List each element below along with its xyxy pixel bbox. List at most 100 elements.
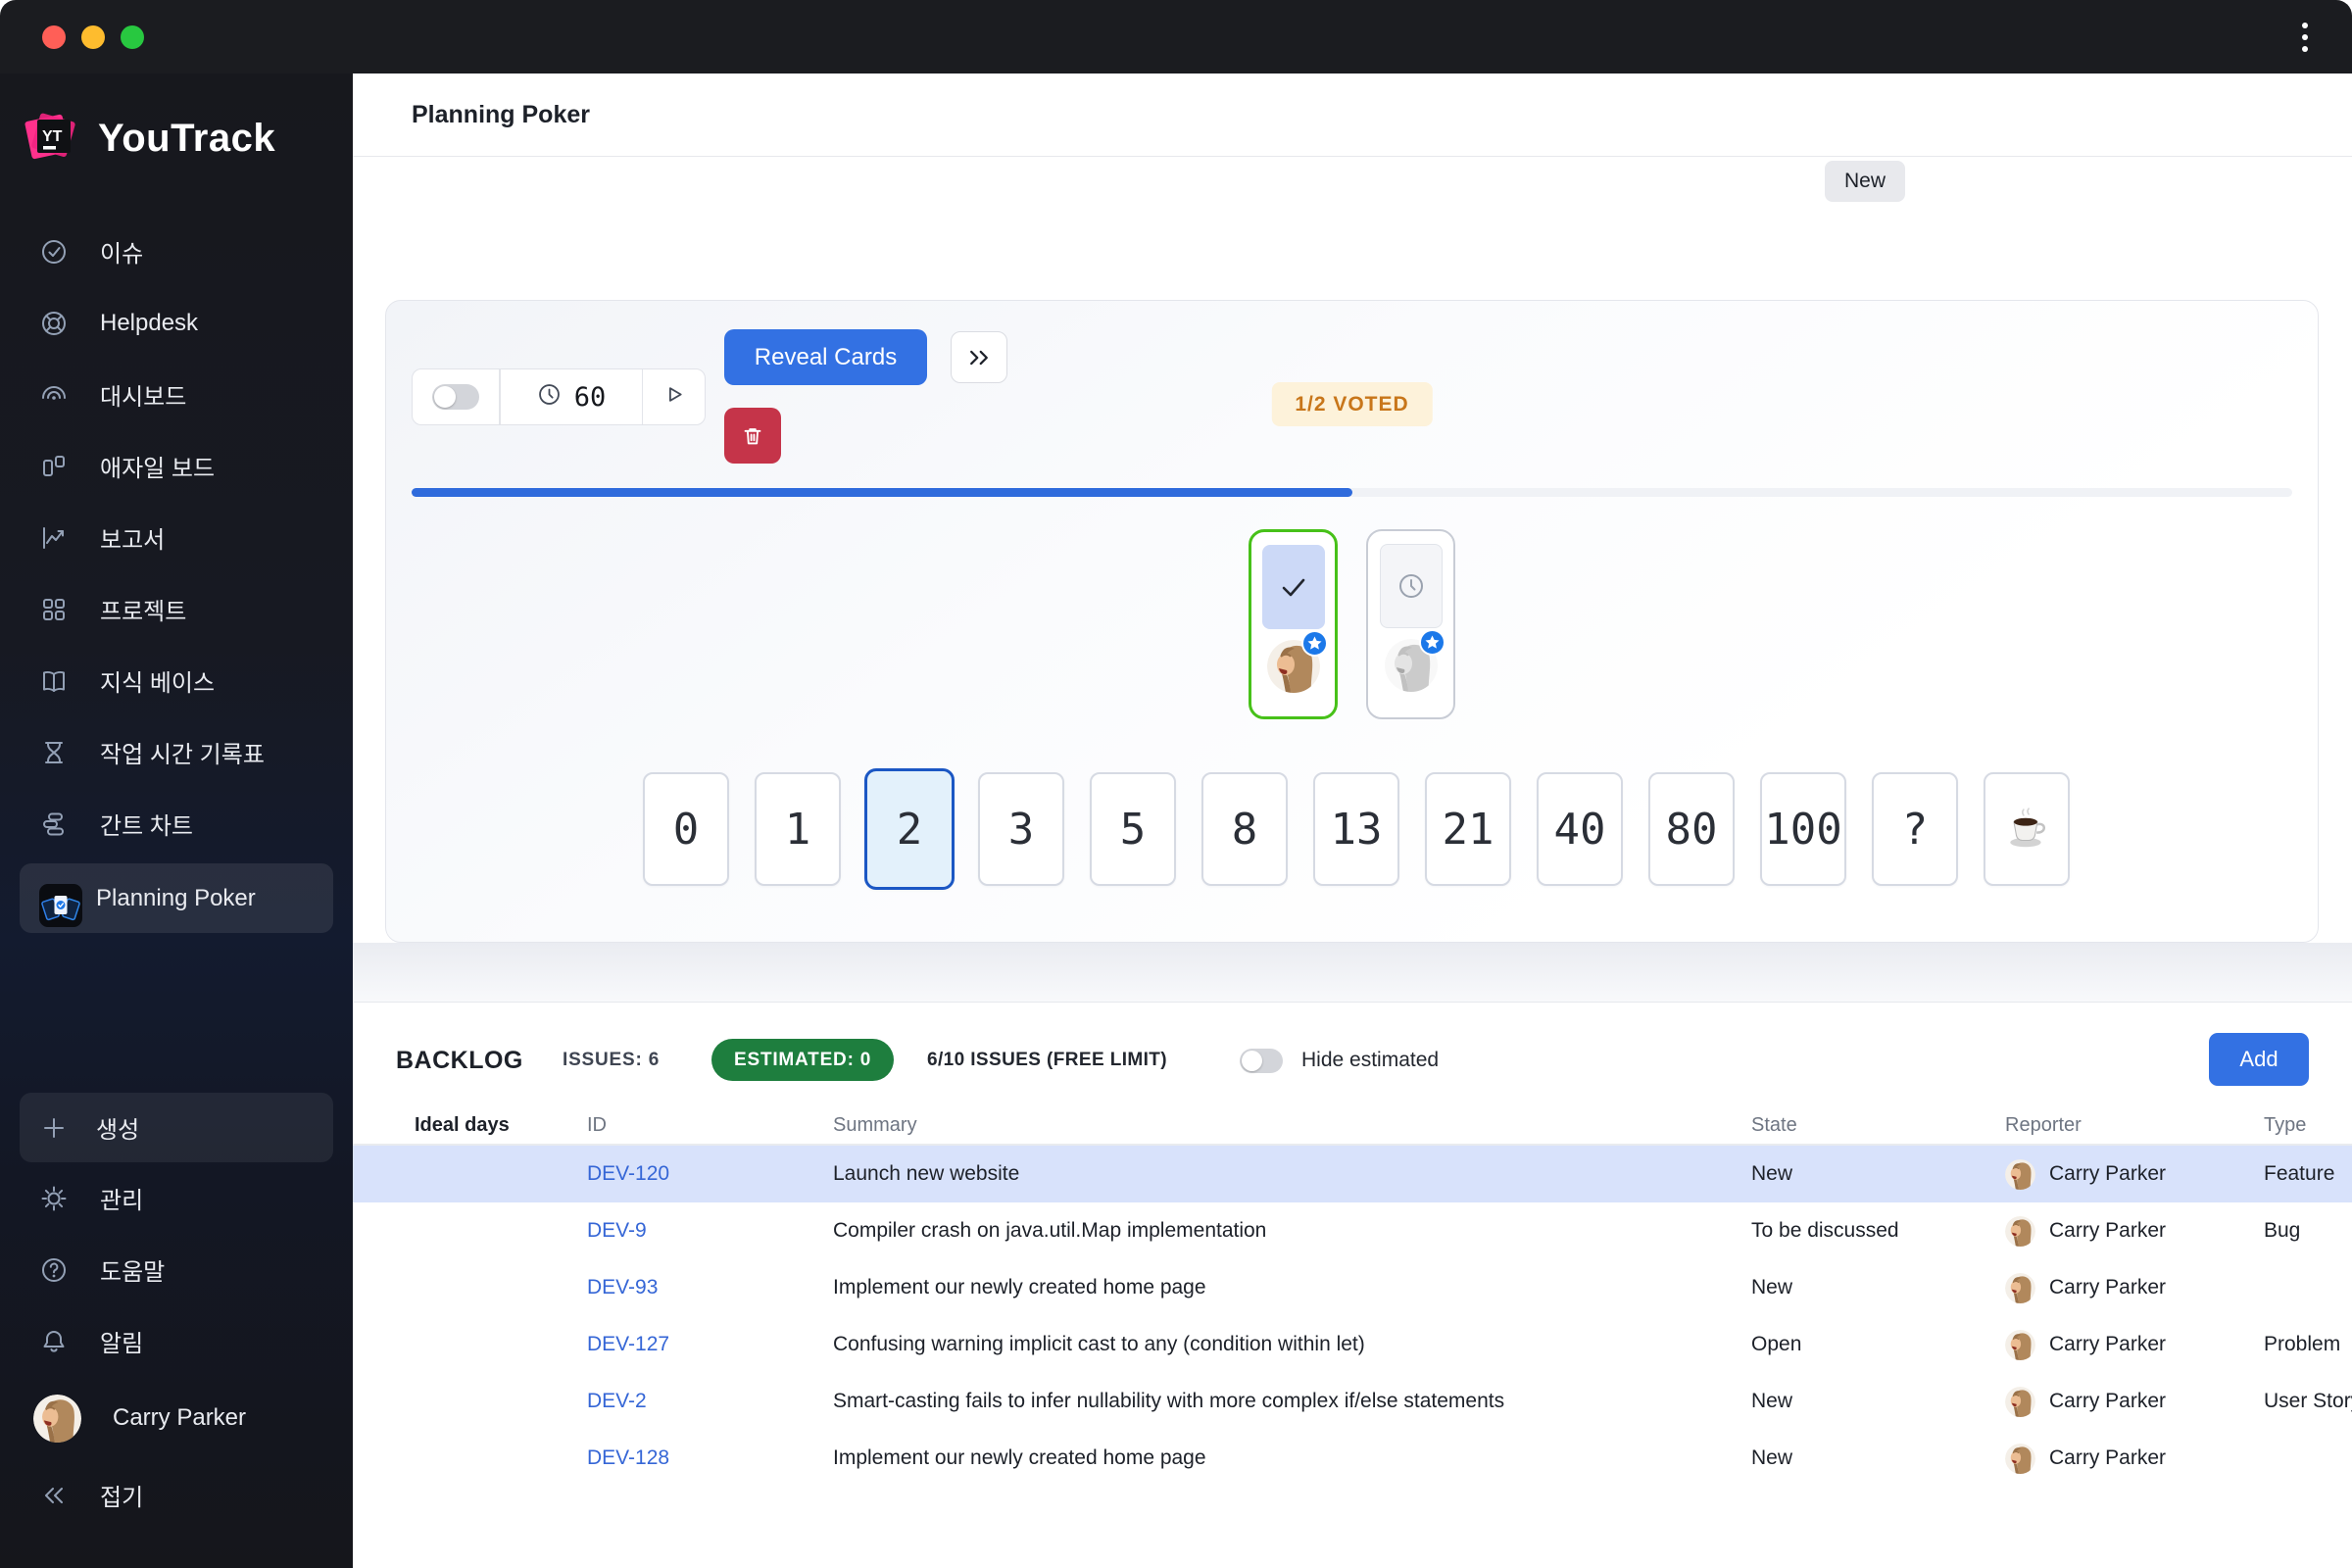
poker-card-80[interactable]: 80 [1648,772,1735,886]
gear-icon [39,1184,69,1213]
poker-card-question[interactable]: ? [1872,772,1958,886]
sidebar-item-timesheets[interactable]: 작업 시간 기록표 [0,716,353,788]
participant-vote-card-waiting [1366,529,1455,719]
report-chart-icon [39,523,69,553]
voted-status-badge: 1/2 VOTED [1271,382,1433,426]
close-window-button[interactable] [42,25,66,49]
agile-board-icon [39,452,69,481]
issue-id-link[interactable]: DEV-120 [587,1162,833,1186]
planning-poker-cards-icon [39,883,82,927]
sidebar-item-planning-poker[interactable]: Planning Poker [20,863,333,933]
sidebar-item-administration[interactable]: 관리 [0,1162,353,1234]
sidebar-item-notifications[interactable]: 알림 [0,1305,353,1377]
plus-icon [39,1113,69,1143]
poker-card-100[interactable]: 100 [1760,772,1846,886]
poker-card-5[interactable]: 5 [1090,772,1176,886]
issue-summary: Smart-casting fails to infer nullability… [833,1390,1505,1412]
table-row[interactable]: DEV-127 Confusing warning implicit cast … [353,1316,2352,1373]
svg-text:YT: YT [42,128,63,145]
timer-seconds-value[interactable]: 60 [574,382,607,413]
sprint-badge[interactable]: New [1825,161,1906,202]
sidebar-item-reports[interactable]: 보고서 [0,502,353,573]
issue-id-link[interactable]: DEV-128 [587,1446,833,1470]
sidebar-item-label: 관리 [100,1188,144,1214]
double-chevron-left-icon [39,1481,69,1510]
sidebar-item-label: Helpdesk [100,309,199,336]
avatar [2005,1443,2035,1474]
sidebar-item-label: 대시보드 [100,384,187,411]
lifebuoy-icon [39,309,69,338]
hide-estimated-toggle[interactable] [1240,1049,1283,1073]
sidebar-item-agile-boards[interactable]: 애자일 보드 [0,430,353,502]
skip-button[interactable] [951,331,1007,383]
issue-state: New [1751,1390,1793,1412]
sidebar-item-label: 도움말 [100,1259,166,1286]
sidebar-item-label: 애자일 보드 [100,456,216,482]
free-limit-label: 6/10 ISSUES (FREE LIMIT) [927,1050,1168,1070]
backlog-table: DEV-120 Launch new website New Carry Par… [353,1146,2352,1487]
issue-type: User Story [2264,1390,2352,1412]
gauge-icon [39,380,69,410]
waiting-vote-card [1379,544,1443,628]
column-header-type: Type [2264,1113,2307,1136]
column-header-summary: Summary [833,1113,917,1136]
poker-session-panel: 60 Reveal Cards 1/2 VOTED 0 1 2 3 5 8 13… [385,300,2319,943]
reveal-cards-button[interactable]: Reveal Cards [724,329,927,385]
minimize-window-button[interactable] [81,25,105,49]
table-row[interactable]: DEV-120 Launch new website New Carry Par… [353,1146,2352,1202]
poker-card-8[interactable]: 8 [1201,772,1288,886]
poker-card-3[interactable]: 3 [978,772,1064,886]
poker-card-21[interactable]: 21 [1425,772,1511,886]
start-timer-button[interactable] [643,369,705,424]
vote-progress-fill [412,488,1352,497]
sidebar-item-label: 지식 베이스 [100,670,216,697]
table-row[interactable]: DEV-9 Compiler crash on java.util.Map im… [353,1202,2352,1259]
sidebar-item-gantt-charts[interactable]: 간트 차트 [0,788,353,859]
poker-card-0[interactable]: 0 [643,772,729,886]
issue-state: New [1751,1276,1793,1298]
sidebar-collapse-button[interactable]: 접기 [0,1459,353,1531]
poker-card-1[interactable]: 1 [755,772,841,886]
issue-state: New [1751,1162,1793,1185]
issue-reporter: Carry Parker [2049,1276,2167,1298]
column-header-ideal-days: Ideal days [415,1113,510,1136]
sidebar-item-helpdesk[interactable]: Helpdesk [0,287,353,359]
poker-card-2-selected[interactable]: 2 [864,768,955,890]
issue-id-link[interactable]: DEV-127 [587,1333,833,1356]
youtrack-logo: YT YouTrack [22,108,275,169]
poker-card-coffee[interactable] [1984,772,2070,886]
sidebar-user-profile[interactable]: Carry Parker [0,1377,353,1459]
sidebar-item-issues[interactable]: 이슈 [0,216,353,287]
sidebar-item-dashboards[interactable]: 대시보드 [0,359,353,430]
timer-toggle[interactable] [432,384,479,410]
sidebar-item-knowledge-base[interactable]: 지식 베이스 [0,645,353,716]
zoom-window-button[interactable] [121,25,144,49]
sidebar-item-label: 알림 [100,1331,144,1357]
backlog-issue-count: ISSUES: 6 [563,1050,661,1070]
table-row[interactable]: DEV-93 Implement our newly created home … [353,1259,2352,1316]
sidebar-item-help[interactable]: 도움말 [0,1234,353,1305]
issue-id-link[interactable]: DEV-93 [587,1276,833,1299]
question-circle-icon [39,1255,69,1285]
table-row[interactable]: DEV-2 Smart-casting fails to infer nulla… [353,1373,2352,1430]
kebab-vertical-icon[interactable] [2283,16,2327,59]
sidebar-item-create[interactable]: 생성 [20,1093,333,1162]
issue-id-link[interactable]: DEV-9 [587,1219,833,1243]
open-book-icon [39,666,69,696]
issue-reporter: Carry Parker [2049,1162,2167,1185]
issue-summary: Compiler crash on java.util.Map implemen… [833,1219,1267,1242]
add-issue-button[interactable]: Add [2209,1033,2309,1086]
window-titlebar [0,0,2352,74]
sidebar-item-projects[interactable]: 프로젝트 [0,573,353,645]
backlog-section: BACKLOG ISSUES: 6 ESTIMATED: 0 6/10 ISSU… [353,1002,2352,1568]
double-chevron-right-icon [970,350,988,365]
sidebar-item-label: 보고서 [100,527,166,554]
table-row[interactable]: DEV-128 Implement our newly created home… [353,1430,2352,1487]
poker-card-13[interactable]: 13 [1313,772,1399,886]
participant-vote-card-voted [1249,529,1338,719]
poker-card-40[interactable]: 40 [1537,772,1623,886]
check-icon [1282,578,1304,597]
hide-estimated-label: Hide estimated [1301,1049,1440,1071]
delete-button[interactable] [724,408,781,464]
issue-id-link[interactable]: DEV-2 [587,1390,833,1413]
